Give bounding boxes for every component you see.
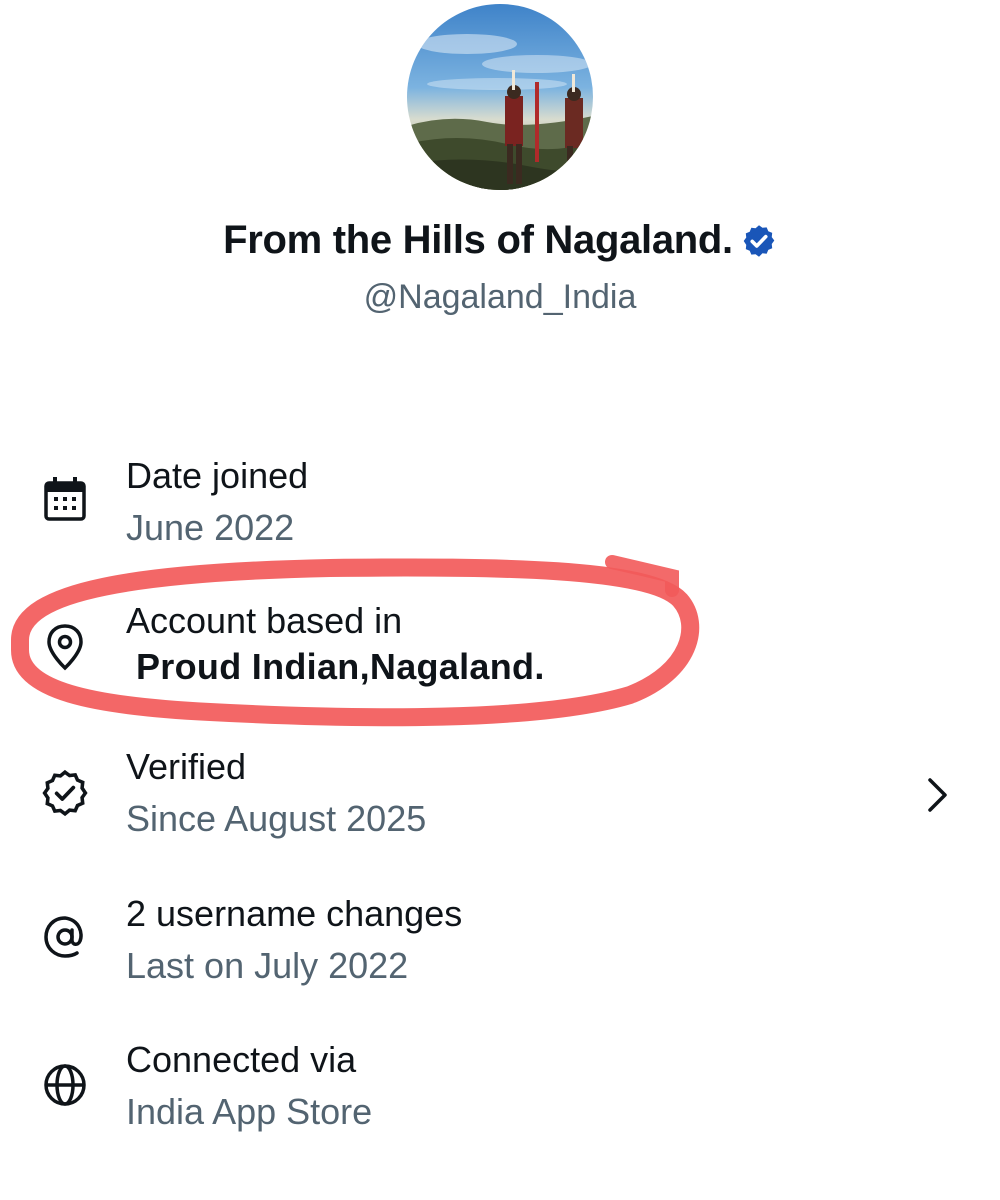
verified-label: Verified: [126, 746, 247, 787]
connected-via-label: Connected via: [126, 1039, 357, 1080]
verified-badge-icon[interactable]: [741, 223, 777, 259]
date-joined-label: Date joined: [126, 455, 309, 496]
date-joined-row: Date joined June 2022: [0, 450, 1000, 560]
account-based-in-value: Proud Indian,Nagaland.: [136, 646, 545, 687]
username-changes-value: Last on July 2022: [126, 945, 409, 986]
avatar-photo: [407, 4, 593, 190]
profile-name-row: From the Hills of Nagaland.: [0, 218, 1000, 263]
username-changes-row: 2 username changes Last on July 2022: [0, 890, 1000, 1000]
connected-via-row: Connected via India App Store: [0, 1036, 1000, 1146]
verified-value: Since August 2025: [126, 798, 427, 839]
display-name: From the Hills of Nagaland.: [223, 218, 733, 262]
account-based-in-row: Account based in Proud Indian,Nagaland.: [0, 598, 1000, 708]
account-based-in-label: Account based in: [126, 600, 403, 641]
calendar-icon: [40, 475, 90, 525]
verified-row[interactable]: Verified Since August 2025: [0, 743, 1000, 853]
location-pin-icon: [40, 622, 90, 672]
username-changes-label: 2 username changes: [126, 893, 463, 934]
date-joined-value: June 2022: [126, 507, 295, 548]
connected-via-value: India App Store: [126, 1091, 373, 1132]
avatar[interactable]: [407, 4, 593, 190]
profile-handle: @Nagaland_India: [363, 278, 637, 316]
globe-icon: [40, 1060, 90, 1110]
at-sign-icon: [40, 912, 90, 962]
chevron-right-icon[interactable]: [920, 775, 954, 815]
verified-check-icon: [40, 768, 90, 818]
